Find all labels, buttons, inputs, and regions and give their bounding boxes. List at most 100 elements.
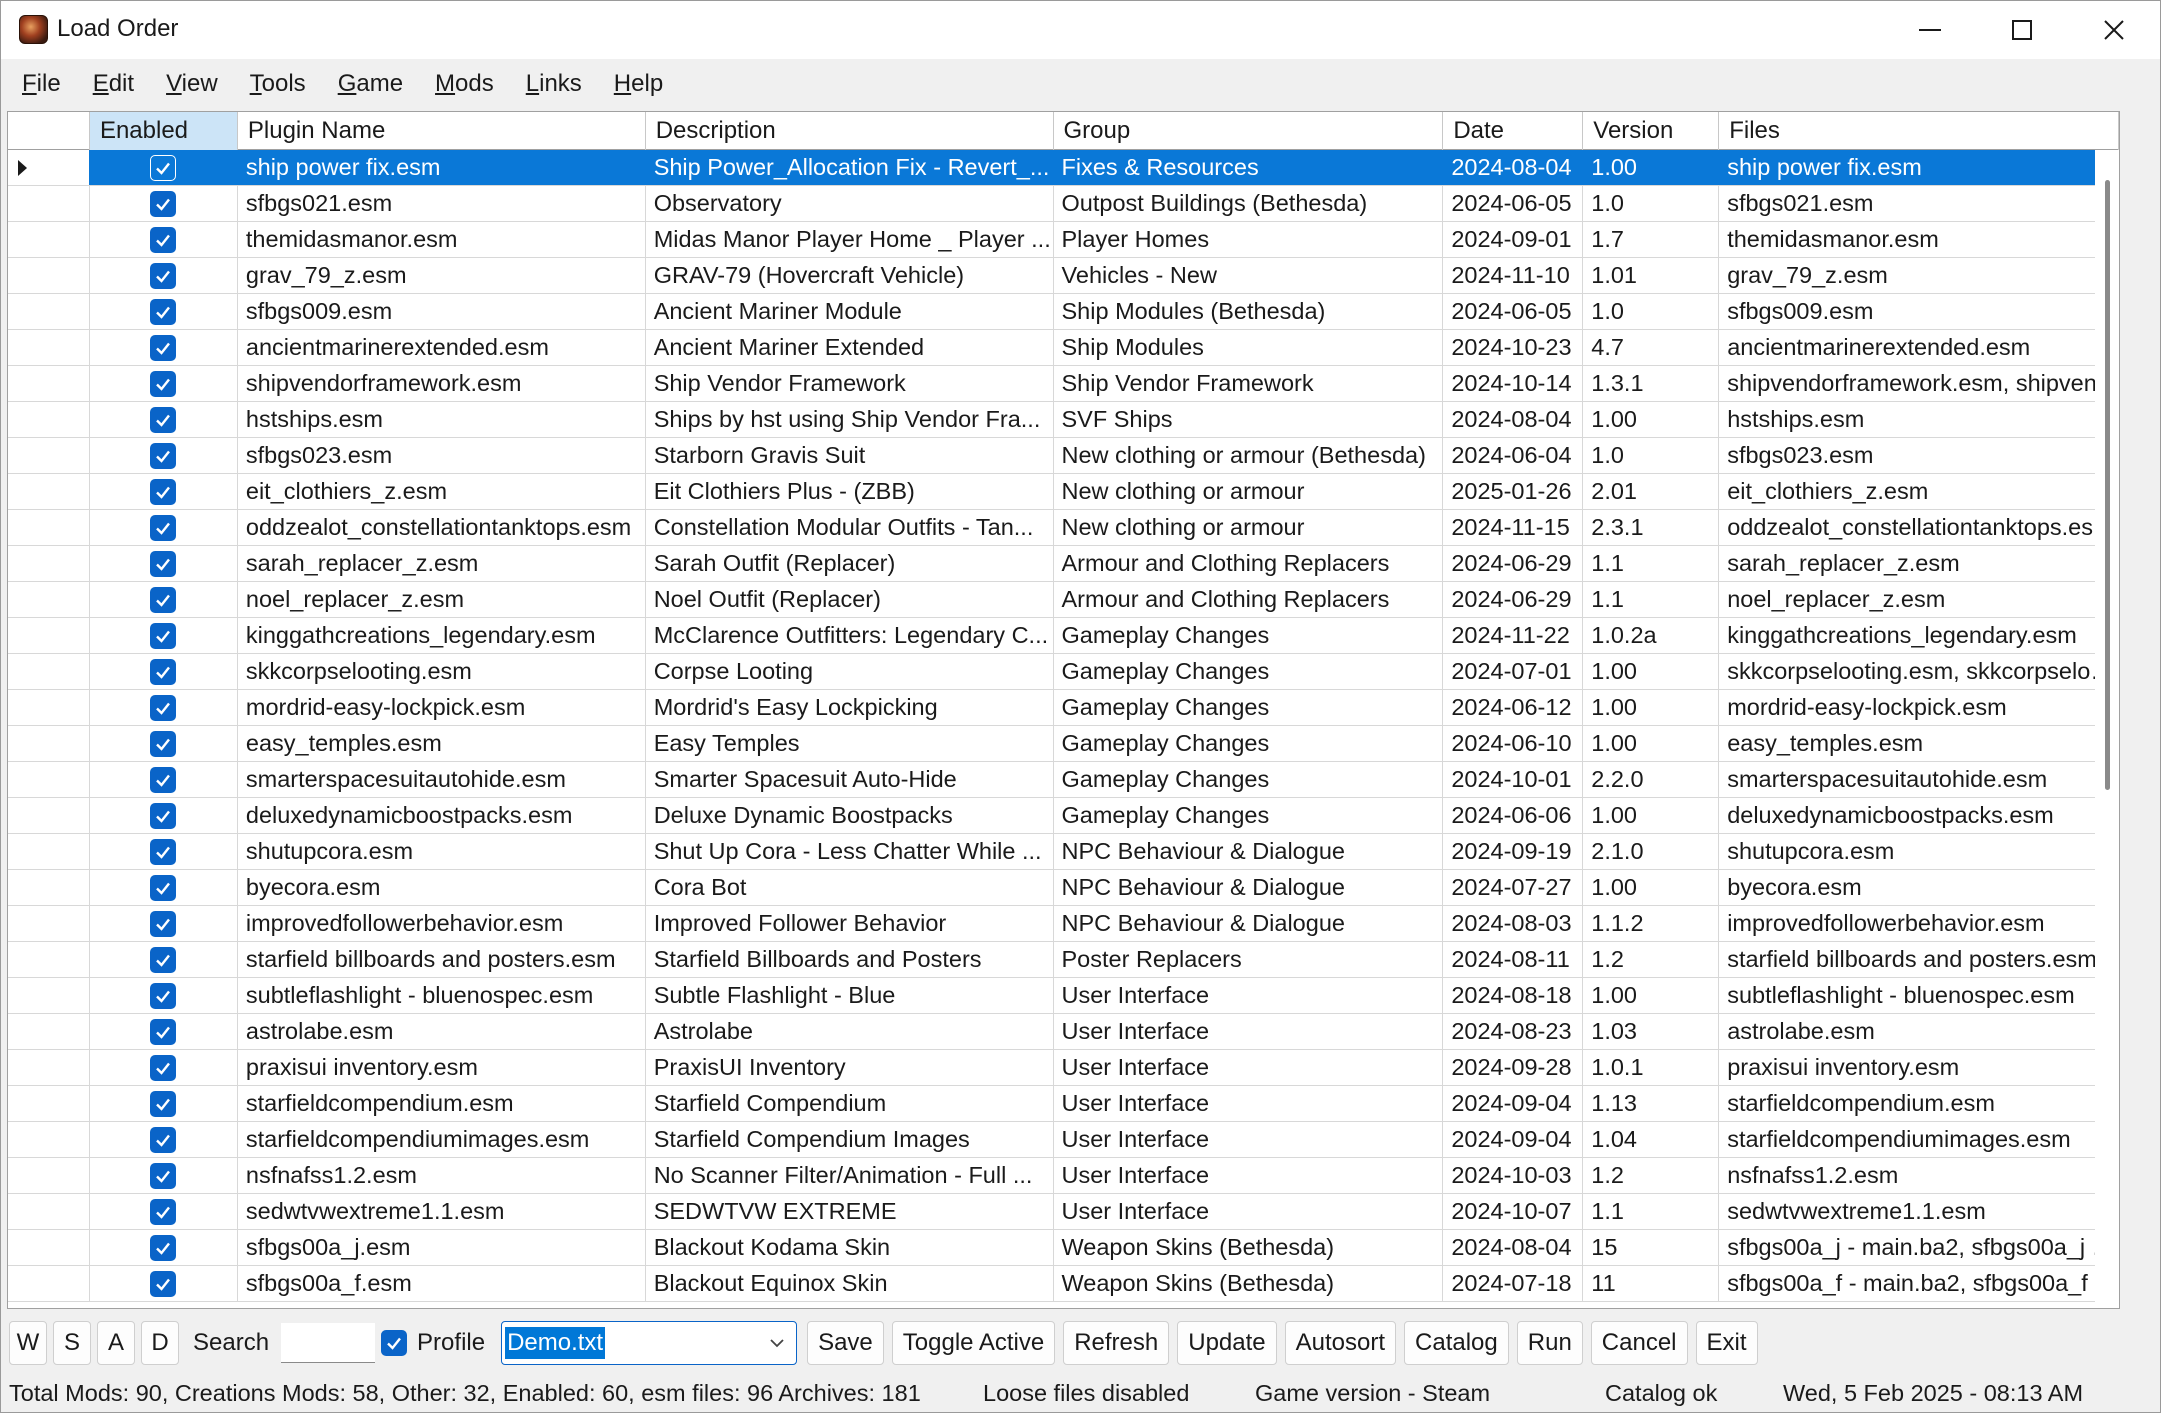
table-row[interactable]: starfieldcompendiumimages.esm Starfield C… bbox=[8, 1122, 2119, 1158]
menu-item[interactable]: Help bbox=[602, 70, 675, 98]
table-row[interactable]: kinggathcreations_legendary.esm McClarenc… bbox=[8, 618, 2119, 654]
table-row[interactable]: eit_clothiers_z.esm Eit Clothiers Plus - … bbox=[8, 474, 2119, 510]
cell-enabled[interactable] bbox=[90, 546, 238, 581]
row-header[interactable] bbox=[8, 978, 90, 1013]
table-row[interactable]: praxisui inventory.esm PraxisUI Inventory… bbox=[8, 1050, 2119, 1086]
enabled-checkbox[interactable] bbox=[150, 442, 177, 469]
cell-enabled[interactable] bbox=[90, 1122, 238, 1157]
enabled-checkbox[interactable] bbox=[150, 370, 177, 397]
column-header-description[interactable]: Description bbox=[646, 112, 1054, 150]
enabled-checkbox[interactable] bbox=[150, 1018, 177, 1045]
enabled-checkbox[interactable] bbox=[150, 1270, 177, 1297]
enabled-checkbox[interactable] bbox=[150, 658, 177, 685]
table-row[interactable]: subtleflashlight - bluenospec.esm Subtle … bbox=[8, 978, 2119, 1014]
cell-enabled[interactable] bbox=[90, 978, 238, 1013]
enabled-checkbox[interactable] bbox=[150, 946, 177, 973]
table-row[interactable]: sfbgs023.esm Starborn Gravis Suit New clot… bbox=[8, 438, 2119, 474]
table-row[interactable]: improvedfollowerbehavior.esm Improved Fol… bbox=[8, 906, 2119, 942]
autosort-button[interactable]: Autosort bbox=[1284, 1321, 1397, 1365]
row-header[interactable] bbox=[8, 438, 90, 473]
column-header-version[interactable]: Version bbox=[1583, 112, 1720, 150]
s-button[interactable]: S bbox=[53, 1321, 91, 1365]
enabled-checkbox[interactable] bbox=[150, 622, 177, 649]
cell-enabled[interactable] bbox=[90, 870, 238, 905]
toggle-active-button[interactable]: Toggle Active bbox=[891, 1321, 1056, 1365]
enabled-checkbox[interactable] bbox=[150, 694, 177, 721]
enabled-checkbox[interactable] bbox=[150, 1162, 177, 1189]
enabled-checkbox[interactable] bbox=[150, 154, 177, 181]
d-button[interactable]: D bbox=[141, 1321, 179, 1365]
cell-enabled[interactable] bbox=[90, 654, 238, 689]
row-header[interactable] bbox=[8, 690, 90, 725]
refresh-button[interactable]: Refresh bbox=[1063, 1321, 1170, 1365]
cell-enabled[interactable] bbox=[90, 1014, 238, 1049]
enabled-checkbox[interactable] bbox=[150, 1090, 177, 1117]
save-button[interactable]: Save bbox=[807, 1321, 884, 1365]
table-row[interactable]: easy_temples.esm Easy Temples Gameplay Cha… bbox=[8, 726, 2119, 762]
menu-item[interactable]: View bbox=[154, 70, 230, 98]
column-header-plugin-name[interactable]: Plugin Name bbox=[238, 112, 646, 150]
row-header[interactable] bbox=[8, 186, 90, 221]
table-row[interactable]: starfield billboards and posters.esm Star… bbox=[8, 942, 2119, 978]
enabled-checkbox[interactable] bbox=[150, 478, 177, 505]
cell-enabled[interactable] bbox=[90, 186, 238, 221]
menu-item[interactable]: Game bbox=[326, 70, 415, 98]
row-header[interactable] bbox=[8, 726, 90, 761]
column-header-enabled[interactable]: Enabled bbox=[89, 112, 238, 150]
cell-enabled[interactable] bbox=[90, 222, 238, 257]
cell-enabled[interactable] bbox=[90, 258, 238, 293]
cell-enabled[interactable] bbox=[90, 366, 238, 401]
cell-enabled[interactable] bbox=[90, 510, 238, 545]
table-row[interactable]: hstships.esm Ships by hst using Ship Vend… bbox=[8, 402, 2119, 438]
table-row[interactable]: oddzealot_constellationtanktops.esm Const… bbox=[8, 510, 2119, 546]
row-header[interactable] bbox=[8, 798, 90, 833]
profile-checkbox[interactable]: Profile bbox=[381, 1329, 485, 1357]
table-row[interactable]: mordrid-easy-lockpick.esm Mordrid's Easy … bbox=[8, 690, 2119, 726]
row-header[interactable] bbox=[8, 1122, 90, 1157]
enabled-checkbox[interactable] bbox=[150, 1198, 177, 1225]
table-row[interactable]: noel_replacer_z.esm Noel Outfit (Replacer… bbox=[8, 582, 2119, 618]
cell-enabled[interactable] bbox=[90, 474, 238, 509]
enabled-checkbox[interactable] bbox=[150, 1234, 177, 1261]
cancel-button[interactable]: Cancel bbox=[1590, 1321, 1688, 1365]
enabled-checkbox[interactable] bbox=[150, 190, 177, 217]
run-button[interactable]: Run bbox=[1516, 1321, 1583, 1365]
row-header[interactable] bbox=[8, 330, 90, 365]
enabled-checkbox[interactable] bbox=[150, 910, 177, 937]
enabled-checkbox[interactable] bbox=[150, 334, 177, 361]
row-header[interactable] bbox=[8, 474, 90, 509]
scrollbar-thumb[interactable] bbox=[2105, 180, 2110, 790]
menu-item[interactable]: File bbox=[10, 70, 73, 98]
table-row[interactable]: starfieldcompendium.esm Starfield Compend… bbox=[8, 1086, 2119, 1122]
row-header[interactable] bbox=[8, 582, 90, 617]
enabled-checkbox[interactable] bbox=[150, 802, 177, 829]
row-header[interactable] bbox=[8, 1266, 90, 1301]
update-button[interactable]: Update bbox=[1177, 1321, 1277, 1365]
table-row[interactable]: sarah_replacer_z.esm Sarah Outfit (Replac… bbox=[8, 546, 2119, 582]
menu-item[interactable]: Tools bbox=[238, 70, 318, 98]
table-row[interactable]: sedwtvwextreme1.1.esm SEDWTVW EXTREME User… bbox=[8, 1194, 2119, 1230]
vertical-scrollbar[interactable] bbox=[2095, 150, 2119, 1308]
row-header[interactable] bbox=[8, 222, 90, 257]
table-row[interactable]: nsfnafss1.2.esm No Scanner Filter/Animati… bbox=[8, 1158, 2119, 1194]
enabled-checkbox[interactable] bbox=[150, 838, 177, 865]
close-button[interactable] bbox=[2068, 1, 2160, 59]
table-row[interactable]: grav_79_z.esm GRAV-79 (Hovercraft Vehicle… bbox=[8, 258, 2119, 294]
enabled-checkbox[interactable] bbox=[150, 298, 177, 325]
cell-enabled[interactable] bbox=[90, 726, 238, 761]
enabled-checkbox[interactable] bbox=[150, 406, 177, 433]
enabled-checkbox[interactable] bbox=[150, 586, 177, 613]
row-header[interactable] bbox=[8, 366, 90, 401]
cell-enabled[interactable] bbox=[90, 1230, 238, 1265]
minimize-button[interactable] bbox=[1884, 1, 1976, 59]
row-header[interactable] bbox=[8, 1194, 90, 1229]
table-row[interactable]: deluxedynamicboostpacks.esm Deluxe Dynami… bbox=[8, 798, 2119, 834]
cell-enabled[interactable] bbox=[90, 942, 238, 977]
w-button[interactable]: W bbox=[9, 1321, 47, 1365]
table-row[interactable]: themidasmanor.esm Midas Manor Player Home… bbox=[8, 222, 2119, 258]
enabled-checkbox[interactable] bbox=[150, 226, 177, 253]
row-header[interactable] bbox=[8, 942, 90, 977]
enabled-checkbox[interactable] bbox=[150, 766, 177, 793]
table-row[interactable]: astrolabe.esm Astrolabe User Interface 2024… bbox=[8, 1014, 2119, 1050]
table-row[interactable]: shipvendorframework.esm Ship Vendor Frame… bbox=[8, 366, 2119, 402]
